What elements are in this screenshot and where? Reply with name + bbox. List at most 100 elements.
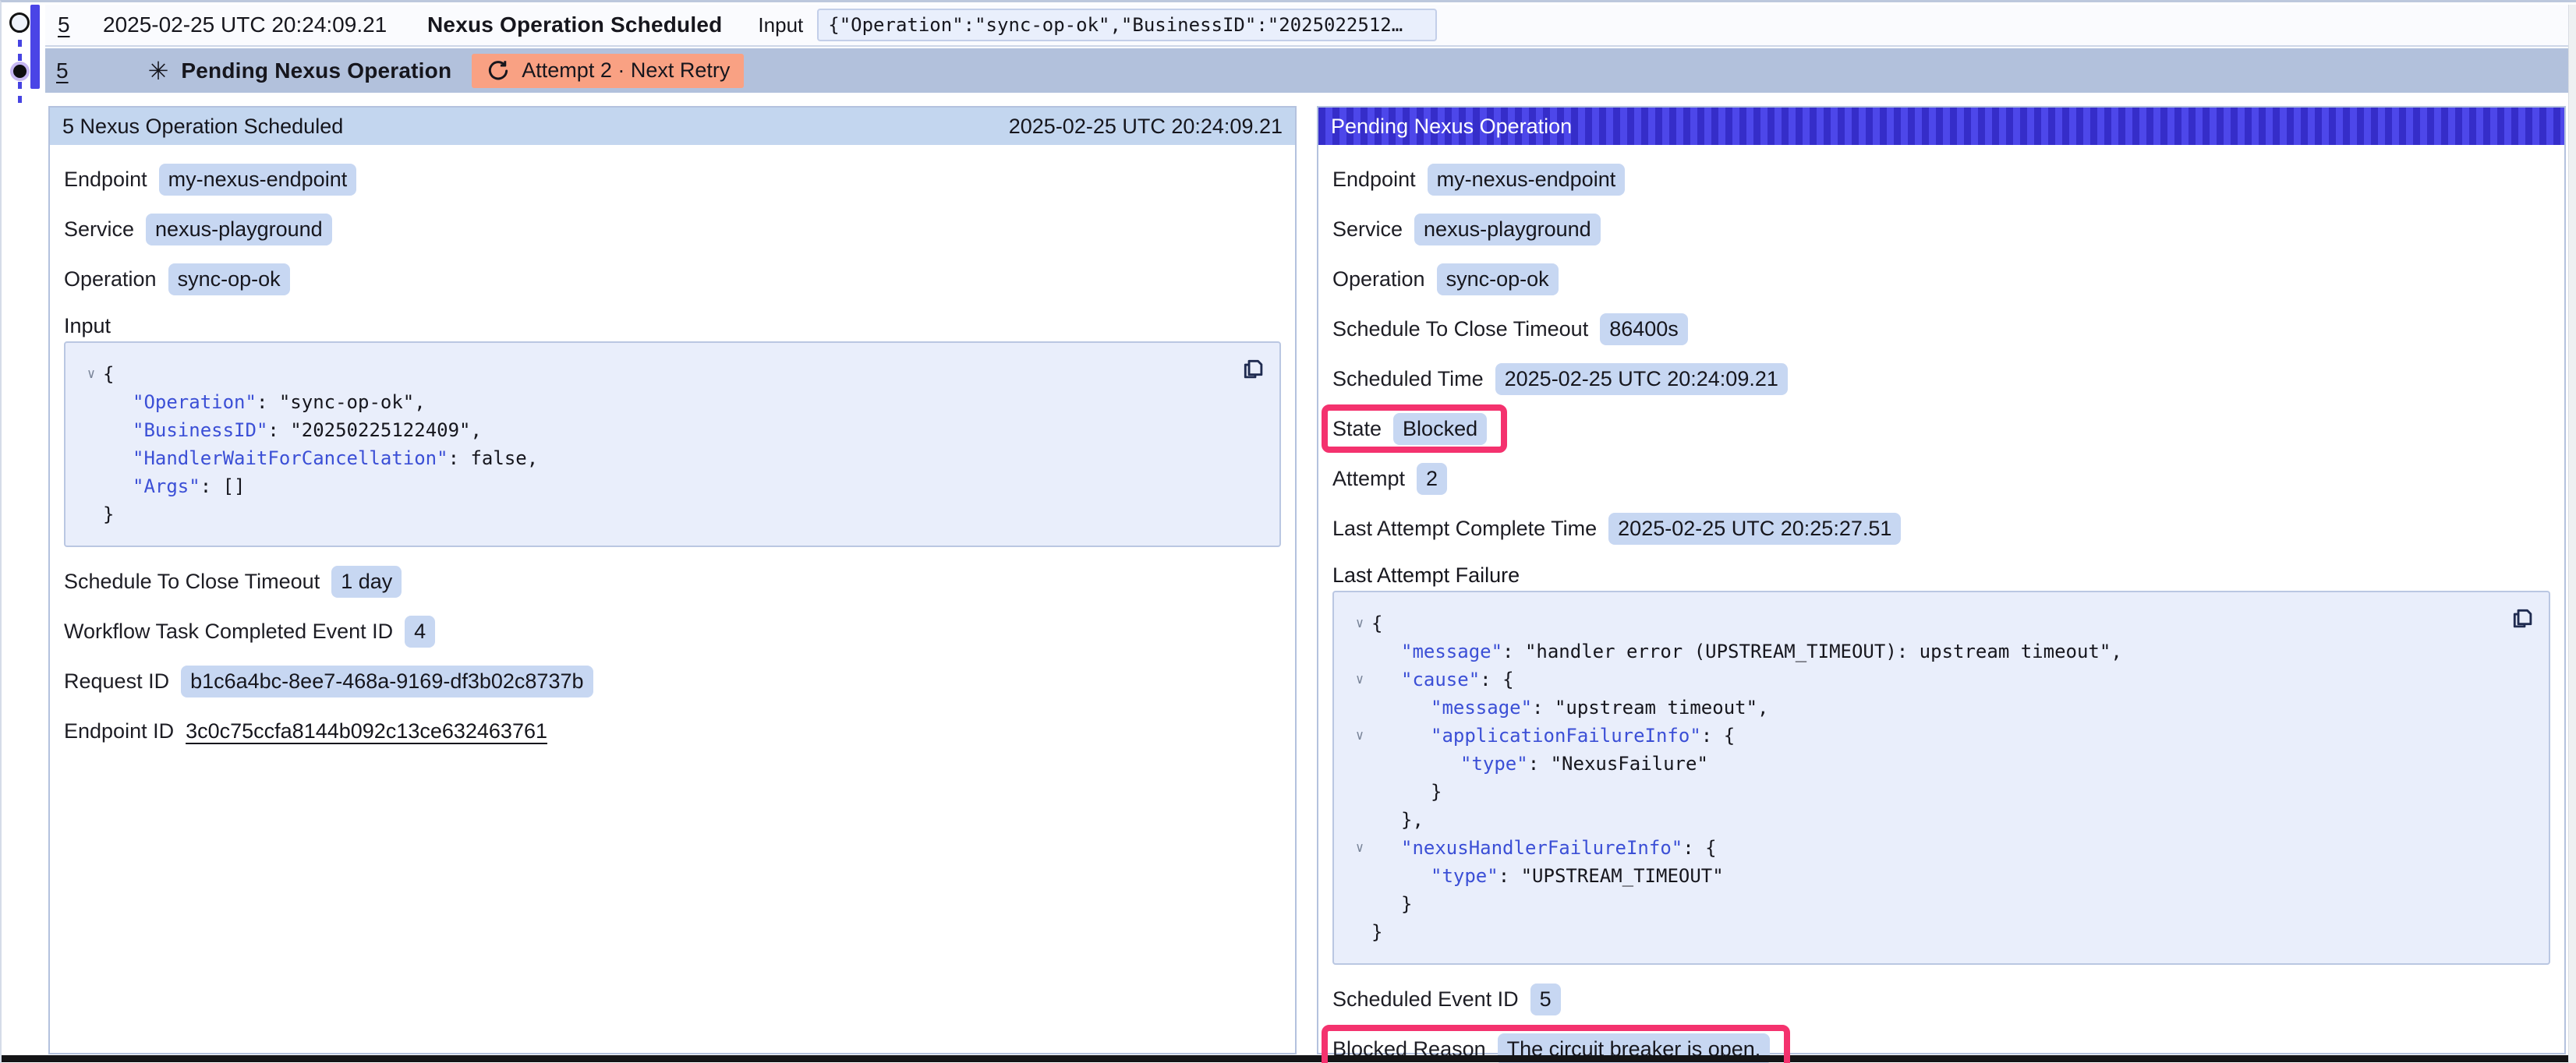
collapse-chevron-icon[interactable]: ∨ — [1348, 672, 1371, 687]
json-token: "upstream timeout", — [1555, 697, 1769, 719]
json-token: "type" — [1431, 865, 1499, 887]
json-token: { — [1724, 725, 1735, 747]
window-bottom-edge — [2, 1055, 2576, 1062]
retry-badge-label: Attempt 2 · Next Retry — [522, 58, 730, 83]
json-token: } — [1401, 893, 1412, 915]
detail-field: Operationsync-op-ok — [64, 262, 290, 296]
json-token: "message" — [1431, 697, 1532, 719]
detail-field: Request IDb1c6a4bc-8ee7-468a-9169-df3b02… — [64, 664, 593, 698]
field-label: Endpoint ID — [64, 719, 174, 743]
json-line: } — [1348, 918, 2535, 946]
event-input-label: Input — [758, 13, 803, 37]
event-detail-panel: 5 Nexus Operation Scheduled 2025-02-25 U… — [48, 106, 1297, 1054]
copy-button[interactable] — [2505, 602, 2538, 634]
json-line-content: "cause": { — [1371, 669, 1514, 690]
detail-field-row: Servicenexus-playground — [64, 212, 1281, 246]
field-label: Operation — [1332, 267, 1425, 291]
detail-field: Schedule To Close Timeout86400s — [1332, 312, 1688, 346]
event-title: Nexus Operation Scheduled — [427, 12, 722, 37]
field-value-pill: sync-op-ok — [168, 263, 290, 295]
detail-field-row: Workflow Task Completed Event ID4 — [64, 614, 1281, 648]
json-token: "Operation" — [133, 391, 257, 413]
detail-field-row: State Blocked — [1332, 411, 2550, 446]
copy-icon — [1237, 353, 1267, 383]
detail-field: Scheduled Time2025-02-25 UTC 20:24:09.21 — [1332, 362, 1788, 396]
detail-field: Endpointmy-nexus-endpoint — [64, 162, 356, 196]
json-line: } — [80, 500, 1265, 528]
section-label: Input — [64, 312, 1281, 340]
json-line-content: } — [1371, 893, 1412, 915]
field-value-pill: Blocked — [1393, 413, 1487, 445]
retry-status-badge: Attempt 2 · Next Retry — [472, 54, 744, 88]
timeline-node-current-icon[interactable] — [10, 62, 30, 81]
json-token: "NexusFailure" — [1551, 753, 1708, 775]
field-value-pill: my-nexus-endpoint — [1428, 164, 1626, 196]
json-line-content: "Operation": "sync-op-ok", — [103, 391, 426, 413]
json-token: : — [267, 419, 290, 441]
field-label: Workflow Task Completed Event ID — [64, 620, 393, 644]
json-line: } — [1348, 778, 2535, 806]
detail-field-row: Endpoint ID 3c0c75ccfa8144b092c13ce632463… — [64, 714, 1281, 748]
field-label: Schedule To Close Timeout — [64, 570, 320, 594]
detail-field-row: Request IDb1c6a4bc-8ee7-468a-9169-df3b02… — [64, 664, 1281, 698]
event-row-pending[interactable]: 5 ✳ Pending Nexus Operation Attempt 2 · … — [45, 48, 2568, 93]
event-input-preview-chip[interactable]: {"Operation":"sync-op-ok","BusinessID":"… — [817, 9, 1437, 41]
json-token: "Args" — [133, 475, 200, 497]
event-id-link[interactable]: 5 — [58, 12, 90, 37]
field-label: Attempt — [1332, 467, 1405, 491]
json-token: : — [1499, 865, 1521, 887]
event-detail-header-title: 5 Nexus Operation Scheduled — [62, 115, 343, 139]
event-detail-header-timestamp: 2025-02-25 UTC 20:24:09.21 — [1009, 115, 1283, 139]
field-value-pill: sync-op-ok — [1437, 263, 1559, 295]
json-line-content: "applicationFailureInfo": { — [1371, 725, 1735, 747]
detail-field: Endpoint ID 3c0c75ccfa8144b092c13ce632463… — [64, 714, 547, 748]
collapse-chevron-icon[interactable]: ∨ — [1348, 840, 1371, 856]
json-line: "type": "NexusFailure" — [1348, 750, 2535, 778]
json-token: "UPSTREAM_TIMEOUT" — [1521, 865, 1724, 887]
copy-button[interactable] — [1236, 352, 1269, 385]
json-line: "message": "upstream timeout", — [1348, 694, 2535, 722]
field-value-pill: 5 — [1530, 984, 1561, 1015]
detail-field-row: Operation sync-op-ok — [1332, 262, 2550, 296]
json-token: : — [1701, 725, 1724, 747]
pending-id-link[interactable]: 5 — [56, 58, 69, 83]
detail-field: Endpointmy-nexus-endpoint — [1332, 162, 1625, 196]
copy-icon — [2507, 602, 2536, 632]
field-value-pill: 2025-02-25 UTC 20:25:27.51 — [1608, 513, 1901, 545]
json-line-content: "message": "upstream timeout", — [1371, 697, 1769, 719]
json-line-content: { — [1371, 613, 1382, 634]
scrollbar[interactable] — [2568, 5, 2576, 1063]
collapse-chevron-icon[interactable]: ∨ — [1348, 616, 1371, 631]
section-label: Last Attempt Failure — [1332, 561, 2550, 589]
event-row-scheduled[interactable]: 5 2025-02-25 UTC 20:24:09.21 Nexus Opera… — [45, 5, 2568, 47]
json-line: "Operation": "sync-op-ok", — [80, 388, 1265, 416]
json-line: ∨"cause": { — [1348, 666, 2535, 694]
json-line-content: "Args": [] — [103, 475, 246, 497]
collapse-chevron-icon[interactable]: ∨ — [1348, 728, 1371, 743]
detail-field: Workflow Task Completed Event ID4 — [64, 614, 435, 648]
field-value-pill: my-nexus-endpoint — [159, 164, 357, 196]
json-token: { — [103, 363, 114, 385]
detail-field: Operation sync-op-ok — [1332, 262, 1559, 296]
detail-field-row: Schedule To Close Timeout 1 day — [64, 564, 1281, 599]
json-line-content: } — [1371, 781, 1442, 803]
json-token: : — [1532, 697, 1555, 719]
pending-title: Pending Nexus Operation — [181, 58, 451, 83]
field-label: State — [1332, 417, 1382, 441]
json-token: { — [1371, 613, 1382, 634]
detail-field-row: Schedule To Close Timeout86400s — [1332, 312, 2550, 346]
field-value-pill: 86400s — [1600, 313, 1688, 345]
json-token: } — [1431, 781, 1442, 803]
field-label: Scheduled Event ID — [1332, 987, 1519, 1012]
timeline-node-open-icon[interactable] — [9, 12, 30, 33]
json-token: : — [448, 447, 471, 469]
endpoint-id-link[interactable]: 3c0c75ccfa8144b092c13ce632463761 — [186, 719, 547, 743]
collapse-chevron-icon[interactable]: ∨ — [80, 366, 103, 382]
json-line: ∨"nexusHandlerFailureInfo": { — [1348, 834, 2535, 862]
json-token: : — [1480, 669, 1502, 690]
json-token: : — [200, 475, 223, 497]
detail-field: Schedule To Close Timeout 1 day — [64, 564, 402, 599]
json-token: { — [1705, 837, 1716, 859]
field-value-pill: 1 day — [331, 566, 402, 598]
json-token: } — [1371, 921, 1382, 943]
